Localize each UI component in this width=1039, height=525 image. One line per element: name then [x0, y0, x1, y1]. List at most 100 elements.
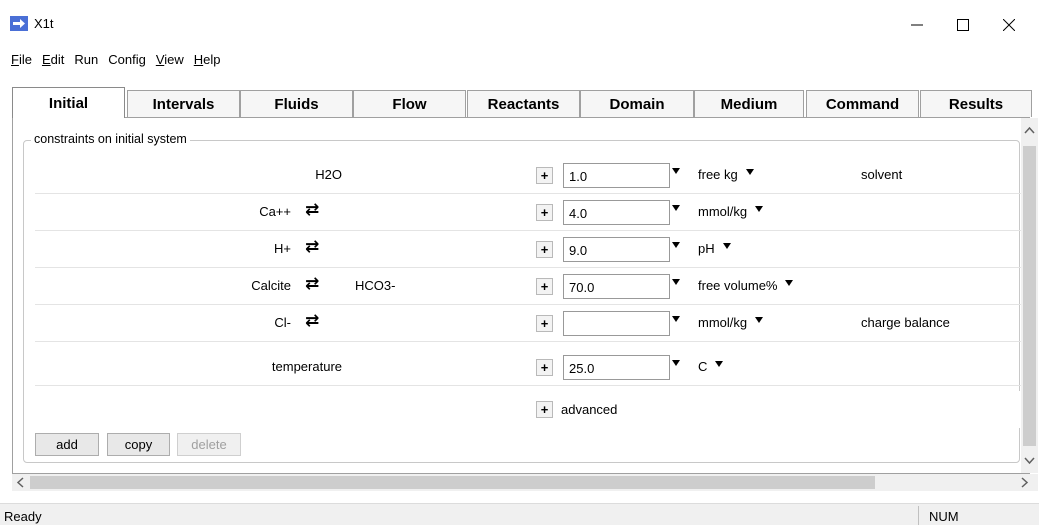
minimize-icon [911, 24, 923, 26]
value-field[interactable]: 4.0 [563, 200, 670, 225]
vertical-scrollbar[interactable] [1021, 118, 1038, 473]
expand-plus-button[interactable]: + [536, 278, 553, 295]
value-dropdown-icon[interactable] [672, 242, 680, 248]
menu-label: dit [50, 52, 65, 67]
unit-label[interactable]: mmol/kg [698, 315, 747, 330]
tab-medium[interactable]: Medium [694, 90, 804, 117]
unit-dropdown-icon[interactable] [715, 361, 723, 367]
species-label[interactable]: Ca++ [259, 204, 291, 219]
expand-plus-button[interactable]: + [536, 315, 553, 332]
expand-plus-button[interactable]: + [536, 241, 553, 258]
tab-command[interactable]: Command [806, 90, 919, 117]
title-bar: X1t [0, 0, 1039, 48]
menu-mnemonic: H [193, 52, 204, 67]
unit-label[interactable]: free kg [698, 167, 738, 182]
num-lock-indicator: NUM [918, 506, 1018, 525]
unit-dropdown-icon[interactable] [755, 206, 763, 212]
menu-mnemonic: E [41, 52, 51, 67]
unit-label[interactable]: C [698, 359, 707, 374]
menu-help[interactable]: Help [189, 50, 226, 72]
expand-plus-button[interactable]: + [536, 359, 553, 376]
unit-label[interactable]: mmol/kg [698, 204, 747, 219]
menu-file[interactable]: File [6, 50, 37, 72]
unit-dropdown-icon[interactable] [785, 280, 793, 286]
swap-icon[interactable]: ⇄ [305, 200, 319, 220]
copy-button[interactable]: copy [107, 433, 170, 456]
unit-label[interactable]: pH [698, 241, 715, 256]
species-label[interactable]: H+ [274, 241, 291, 256]
unit-dropdown-icon[interactable] [746, 169, 754, 175]
delete-button[interactable]: delete [177, 433, 241, 456]
constraint-row: temperature +25.0 C [35, 346, 1021, 386]
tab-reactants[interactable]: Reactants [467, 90, 580, 117]
expand-plus-button[interactable]: + [536, 204, 553, 221]
menu-run[interactable]: Run [69, 50, 103, 72]
tab-flow[interactable]: Flow [353, 90, 466, 117]
species-label[interactable]: H2O [315, 167, 342, 182]
swap-icon[interactable]: ⇄ [305, 237, 319, 257]
value-field[interactable]: 1.0 [563, 163, 670, 188]
menu-mnemonic: F [11, 52, 19, 67]
unit-dropdown-icon[interactable] [723, 243, 731, 249]
species-label[interactable]: temperature [272, 359, 342, 374]
window-title: X1t [34, 16, 54, 31]
tab-fluids[interactable]: Fluids [240, 90, 353, 117]
tab-bar: Initial Intervals Fluids Flow Reactants Domai… [12, 87, 1032, 118]
constraint-row: H2O +1.0 free kg solvent [35, 157, 1021, 194]
tab-intervals[interactable]: Intervals [127, 90, 240, 117]
menu-label: elp [203, 52, 221, 67]
menu-edit[interactable]: Edit [37, 50, 69, 72]
tab-domain[interactable]: Domain [580, 90, 694, 117]
value-dropdown-icon[interactable] [672, 168, 680, 174]
maximize-button[interactable] [940, 10, 986, 40]
vertical-scroll-thumb[interactable] [1023, 146, 1036, 446]
constraint-row: Cl- ⇄ + mmol/kg charge balance [35, 305, 1021, 342]
maximize-icon [957, 19, 969, 31]
advanced-row: + advanced [35, 391, 1021, 428]
tab-results[interactable]: Results [920, 90, 1032, 117]
menu-label: ile [18, 52, 32, 67]
scroll-left-icon[interactable] [14, 474, 28, 491]
close-button[interactable] [986, 10, 1032, 40]
advanced-plus-button[interactable]: + [536, 401, 553, 418]
constraint-row: Calcite ⇄ HCO3- +70.0 free volume% [35, 268, 1021, 305]
constraint-row: H+ ⇄ +9.0 pH [35, 231, 1021, 268]
menu-mnemonic: V [155, 52, 165, 67]
menu-bar: File Edit Run Config View Help [0, 50, 226, 72]
menu-label: iew [164, 52, 184, 67]
species-label[interactable]: Cl- [274, 315, 291, 330]
value-dropdown-icon[interactable] [672, 205, 680, 211]
species-label[interactable]: Calcite [251, 278, 291, 293]
advanced-label[interactable]: advanced [561, 402, 617, 417]
swap-icon[interactable]: ⇄ [305, 274, 319, 294]
swapped-species-label[interactable]: HCO3- [355, 278, 395, 293]
value-field[interactable]: 25.0 [563, 355, 670, 380]
tab-initial[interactable]: Initial [12, 87, 125, 118]
scroll-right-icon[interactable] [1017, 474, 1031, 491]
swap-icon[interactable]: ⇄ [305, 311, 319, 331]
add-button[interactable]: add [35, 433, 99, 456]
value-field[interactable]: 9.0 [563, 237, 670, 262]
close-icon [1003, 19, 1015, 31]
unit-label[interactable]: free volume% [698, 278, 777, 293]
arrow-right-icon [10, 16, 28, 31]
value-field[interactable]: 70.0 [563, 274, 670, 299]
menu-view[interactable]: View [151, 50, 189, 72]
minimize-button[interactable] [894, 10, 940, 40]
scroll-up-icon[interactable] [1021, 123, 1038, 137]
unit-dropdown-icon[interactable] [755, 317, 763, 323]
app-window: X1t File Edit Run Config View Help Initial Int… [0, 0, 1039, 525]
row-note: solvent [861, 167, 903, 182]
constraint-row: Ca++ ⇄ +4.0 mmol/kg [35, 194, 1021, 231]
expand-plus-button[interactable]: + [536, 167, 553, 184]
menu-label: Run [74, 52, 99, 67]
value-dropdown-icon[interactable] [672, 360, 680, 366]
horizontal-scroll-thumb[interactable] [30, 476, 875, 489]
horizontal-scrollbar[interactable] [12, 474, 1038, 491]
status-bar: Ready NUM [0, 503, 1039, 525]
value-field[interactable] [563, 311, 670, 336]
scroll-down-icon[interactable] [1021, 454, 1038, 468]
menu-config[interactable]: Config [103, 50, 151, 72]
value-dropdown-icon[interactable] [672, 279, 680, 285]
value-dropdown-icon[interactable] [672, 316, 680, 322]
